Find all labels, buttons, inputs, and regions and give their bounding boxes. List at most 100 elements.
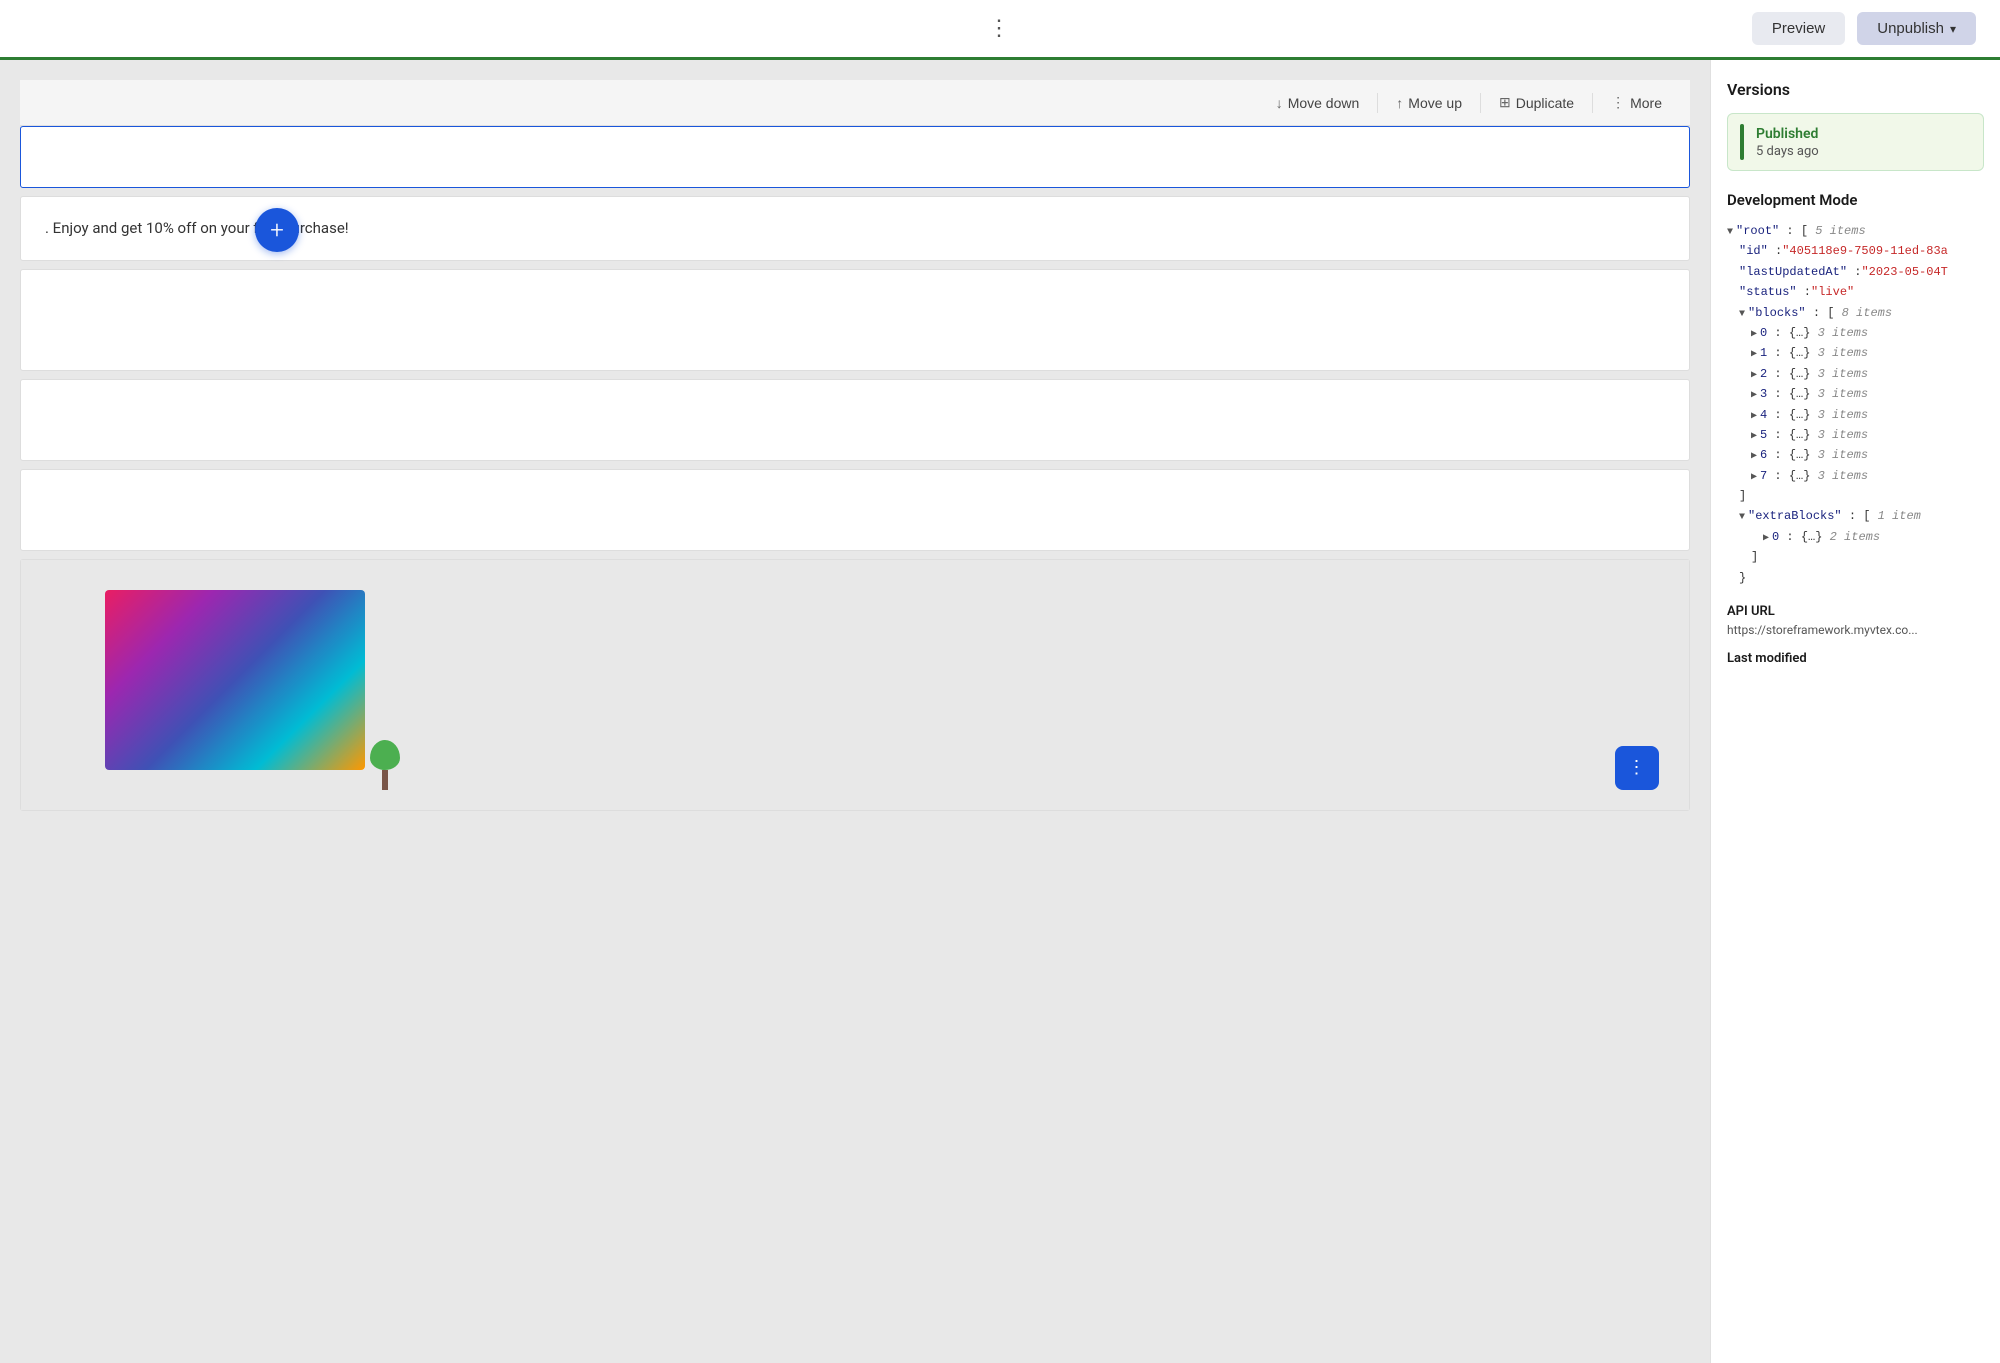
json-status-value: "live" bbox=[1811, 282, 1854, 302]
json-id-value: "405118e9-7509-11ed-83a bbox=[1782, 241, 1948, 261]
json-blocks-meta: 8 items bbox=[1842, 303, 1892, 323]
version-card-published[interactable]: Published 5 days ago bbox=[1727, 113, 1984, 171]
block-item-4-index: 4 bbox=[1760, 405, 1767, 425]
block-inner-6: ⋮ bbox=[21, 560, 1689, 810]
add-block-icon: + bbox=[270, 216, 284, 244]
last-modified-section: Last modified bbox=[1727, 651, 1984, 666]
block-item-1-index: 1 bbox=[1760, 343, 1767, 363]
block-item-0-arrow[interactable] bbox=[1751, 326, 1757, 343]
content-block-5[interactable] bbox=[20, 469, 1690, 551]
version-status-bar bbox=[1740, 124, 1744, 160]
version-info: Published 5 days ago bbox=[1756, 126, 1819, 159]
blocks-collapse-arrow[interactable] bbox=[1739, 306, 1745, 323]
block-item-7-meta: 3 items bbox=[1818, 466, 1868, 486]
block-items-list: 0 : {…} 3 items 1 : {…} 3 items 2 : {…} … bbox=[1727, 323, 1984, 486]
block-text-2: . Enjoy and get 10% off on your first pu… bbox=[45, 219, 349, 237]
last-modified-label: Last modified bbox=[1727, 651, 1984, 666]
more-button[interactable]: ⋮ More bbox=[1599, 88, 1674, 117]
block-item-4-meta: 3 items bbox=[1818, 405, 1868, 425]
block-item-5-index: 5 bbox=[1760, 425, 1767, 445]
header: ⋮ Preview Unpublish ▾ bbox=[0, 0, 2000, 60]
block-item-5-arrow[interactable] bbox=[1751, 428, 1757, 445]
json-lastupdated-key: "lastUpdatedAt" bbox=[1739, 262, 1847, 282]
json-id-key: "id" bbox=[1739, 241, 1768, 261]
content-block-6[interactable]: ⋮ bbox=[20, 559, 1690, 811]
extra-block-item-0-arrow[interactable] bbox=[1763, 530, 1769, 547]
json-tree: "root" : [ 5 items "id" : "405118e9-7509… bbox=[1727, 221, 1984, 588]
unpublish-button[interactable]: Unpublish ▾ bbox=[1857, 12, 1976, 45]
editor-area: + ↓ Move down ↑ Move up ⊞ Duplicate bbox=[0, 60, 1710, 1363]
dev-mode-title: Development Mode bbox=[1727, 191, 1984, 209]
content-block-4[interactable] bbox=[20, 379, 1690, 461]
extra-block-item-0-index: 0 bbox=[1772, 527, 1779, 547]
block-item-2-meta: 3 items bbox=[1818, 364, 1868, 384]
version-status-label: Published bbox=[1756, 126, 1819, 142]
json-extra-block-item-0: 0 : {…} 2 items bbox=[1727, 527, 1984, 547]
block-item-3-arrow[interactable] bbox=[1751, 387, 1757, 404]
block-item-5-meta: 3 items bbox=[1818, 425, 1868, 445]
version-time-label: 5 days ago bbox=[1756, 144, 1819, 159]
json-root-meta: 5 items bbox=[1815, 221, 1865, 241]
json-root-line: "root" : [ 5 items bbox=[1727, 221, 1984, 241]
move-up-label: Move up bbox=[1408, 95, 1462, 111]
block-item-3-meta: 3 items bbox=[1818, 384, 1868, 404]
block-item-1-meta: 3 items bbox=[1818, 343, 1868, 363]
block-item-2-arrow[interactable] bbox=[1751, 367, 1757, 384]
json-block-item-0: 0 : {…} 3 items bbox=[1727, 323, 1984, 343]
block-item-6-meta: 3 items bbox=[1818, 445, 1868, 465]
block-inner-5 bbox=[21, 470, 1689, 550]
json-extrablocks-key: "extraBlocks" bbox=[1748, 506, 1842, 526]
extrablocks-collapse-arrow[interactable] bbox=[1739, 509, 1745, 526]
json-root-close: } bbox=[1727, 568, 1984, 588]
json-status-line: "status" : "live" bbox=[1727, 282, 1984, 302]
content-block-1[interactable] bbox=[20, 126, 1690, 188]
json-blocks-close: ] bbox=[1727, 486, 1984, 506]
add-block-button[interactable]: + bbox=[255, 208, 299, 252]
more-label: More bbox=[1630, 95, 1662, 111]
main-layout: + ↓ Move down ↑ Move up ⊞ Duplicate bbox=[0, 60, 2000, 1363]
block-item-1-arrow[interactable] bbox=[1751, 346, 1757, 363]
api-url-section: API URL https://storeframework.myvtex.co… bbox=[1727, 604, 1984, 637]
json-block-item-2: 2 : {…} 3 items bbox=[1727, 364, 1984, 384]
block-item-4-arrow[interactable] bbox=[1751, 408, 1757, 425]
unpublish-chevron-icon: ▾ bbox=[1950, 22, 1956, 36]
block-inner-3 bbox=[21, 270, 1689, 370]
json-extrablocks-close: ] bbox=[1727, 547, 1984, 567]
json-extrablocks-line: "extraBlocks" : [ 1 item bbox=[1727, 506, 1984, 526]
extra-block-item-0-meta: 2 items bbox=[1830, 527, 1880, 547]
extra-block-items-list: 0 : {…} 2 items bbox=[1727, 527, 1984, 547]
root-collapse-arrow[interactable] bbox=[1727, 224, 1733, 241]
move-up-icon: ↑ bbox=[1396, 95, 1403, 111]
versions-section: Versions Published 5 days ago bbox=[1727, 80, 1984, 171]
duplicate-button[interactable]: ⊞ Duplicate bbox=[1487, 88, 1586, 117]
toolbar-separator-1 bbox=[1377, 93, 1378, 113]
block-item-6-arrow[interactable] bbox=[1751, 448, 1757, 465]
block-toolbar: ↓ Move down ↑ Move up ⊞ Duplicate ⋮ More bbox=[20, 80, 1690, 126]
json-block-item-5: 5 : {…} 3 items bbox=[1727, 425, 1984, 445]
block-item-7-arrow[interactable] bbox=[1751, 469, 1757, 486]
json-block-item-7: 7 : {…} 3 items bbox=[1727, 466, 1984, 486]
preview-button[interactable]: Preview bbox=[1752, 12, 1845, 45]
header-dots-menu[interactable]: ⋮ bbox=[988, 16, 1012, 41]
image-overlay-button[interactable]: ⋮ bbox=[1615, 746, 1659, 790]
move-down-button[interactable]: ↓ Move down bbox=[1264, 89, 1372, 117]
json-status-key: "status" bbox=[1739, 282, 1797, 302]
api-url-value: https://storeframework.myvtex.co... bbox=[1727, 623, 1984, 637]
json-blocks-key: "blocks" bbox=[1748, 303, 1806, 323]
block-inner-1 bbox=[21, 127, 1689, 187]
block-inner-4 bbox=[21, 380, 1689, 460]
versions-title: Versions bbox=[1727, 80, 1984, 99]
json-blocks-line: "blocks" : [ 8 items bbox=[1727, 303, 1984, 323]
api-url-label: API URL bbox=[1727, 604, 1984, 619]
content-block-3[interactable] bbox=[20, 269, 1690, 371]
move-up-button[interactable]: ↑ Move up bbox=[1384, 89, 1474, 117]
json-lastupdated-value: "2023-05-04T bbox=[1861, 262, 1947, 282]
block-item-7-index: 7 bbox=[1760, 466, 1767, 486]
duplicate-icon: ⊞ bbox=[1499, 94, 1511, 111]
unpublish-label: Unpublish bbox=[1877, 20, 1944, 37]
toolbar-separator-3 bbox=[1592, 93, 1593, 113]
json-id-line: "id" : "405118e9-7509-11ed-83a bbox=[1727, 241, 1984, 261]
duplicate-label: Duplicate bbox=[1516, 95, 1574, 111]
json-lastupdated-line: "lastUpdatedAt" : "2023-05-04T bbox=[1727, 262, 1984, 282]
json-block-item-4: 4 : {…} 3 items bbox=[1727, 405, 1984, 425]
